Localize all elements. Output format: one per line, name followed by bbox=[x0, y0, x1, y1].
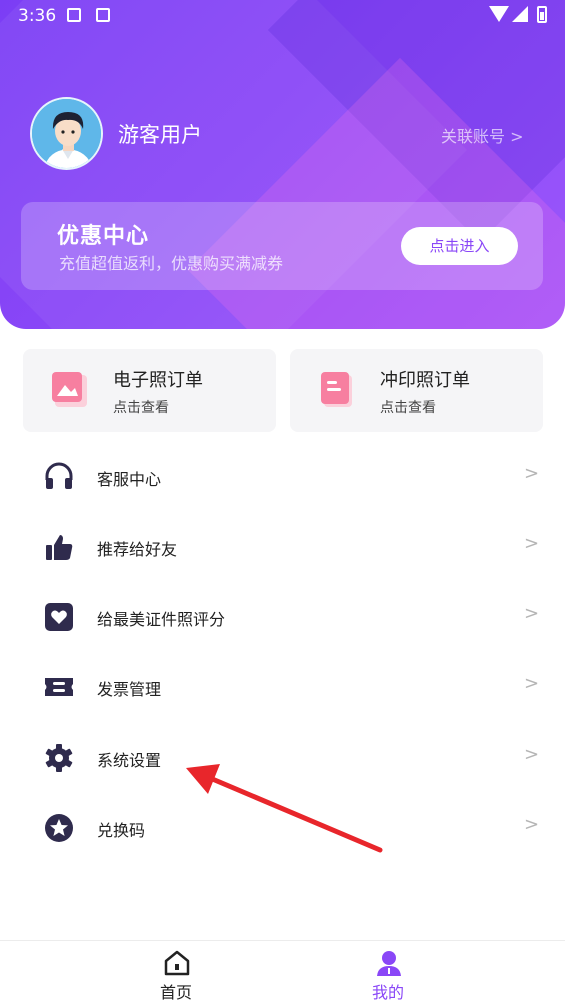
menu-label: 推荐给好友 bbox=[97, 540, 178, 559]
chevron-right-icon: > bbox=[524, 814, 540, 835]
menu-label: 兑换码 bbox=[97, 821, 146, 840]
headset-icon bbox=[45, 462, 73, 489]
home-icon bbox=[164, 950, 190, 976]
status-time: 3:36 bbox=[18, 6, 57, 26]
promo-subtitle: 充值超值返利，优惠购买满减券 bbox=[59, 254, 284, 273]
card-title: 电子照订单 bbox=[113, 370, 203, 391]
card-subtitle: 点击查看 bbox=[380, 400, 436, 416]
star-icon bbox=[45, 814, 73, 842]
avatar[interactable] bbox=[30, 97, 103, 170]
e-photo-orders-card[interactable]: 电子照订单 点击查看 bbox=[23, 349, 276, 432]
tab-label: 我的 bbox=[371, 983, 404, 1002]
menu-label: 客服中心 bbox=[97, 470, 162, 489]
document-icon bbox=[321, 372, 352, 407]
menu-item-invoice[interactable]: 发票管理 > bbox=[0, 657, 565, 717]
wifi-icon bbox=[489, 6, 509, 22]
annotation-arrow bbox=[186, 764, 383, 853]
chevron-right-icon: > bbox=[524, 673, 540, 694]
tab-home[interactable]: 首页 bbox=[116, 941, 236, 1004]
signal-icon bbox=[512, 6, 528, 22]
profile-header: 3:36 游客用户 关联账号 > 优惠中心 充值超值返利，优惠购买满减券 点击进… bbox=[0, 0, 565, 329]
photo-icon bbox=[52, 372, 87, 407]
status-bar: 3:36 bbox=[0, 0, 565, 32]
menu-item-recommend[interactable]: 推荐给好友 > bbox=[0, 517, 565, 577]
menu-label: 系统设置 bbox=[97, 751, 162, 770]
gear-icon bbox=[45, 744, 73, 772]
promo-enter-button[interactable]: 点击进入 bbox=[401, 227, 518, 265]
tab-label: 首页 bbox=[159, 983, 192, 1002]
menu-item-rate-app[interactable]: 给最美证件照评分 > bbox=[0, 587, 565, 647]
card-title: 冲印照订单 bbox=[380, 370, 470, 391]
link-account-link[interactable]: 关联账号 > bbox=[441, 123, 524, 147]
tab-mine[interactable]: 我的 bbox=[328, 941, 448, 1004]
app-notification-icon bbox=[96, 8, 110, 22]
card-subtitle: 点击查看 bbox=[113, 400, 169, 416]
person-icon bbox=[377, 951, 401, 976]
battery-icon bbox=[537, 6, 547, 23]
chevron-right-icon: > bbox=[524, 603, 540, 624]
promo-banner[interactable]: 优惠中心 充值超值返利，优惠购买满减券 点击进入 bbox=[21, 202, 543, 290]
menu-label: 发票管理 bbox=[97, 680, 162, 699]
thumbs-up-icon bbox=[46, 535, 73, 560]
promo-title: 优惠中心 bbox=[57, 224, 150, 249]
chevron-right-icon: > bbox=[524, 533, 540, 554]
bottom-tab-bar: 首页 我的 bbox=[0, 940, 565, 1004]
menu-item-customer-service[interactable]: 客服中心 > bbox=[0, 447, 565, 507]
username: 游客用户 bbox=[118, 123, 202, 147]
profile-screen: 3:36 游客用户 关联账号 > 优惠中心 充值超值返利，优惠购买满减券 点击进… bbox=[0, 0, 565, 1004]
chevron-right-icon: > bbox=[524, 463, 540, 484]
menu-label: 给最美证件照评分 bbox=[97, 610, 226, 629]
print-photo-orders-card[interactable]: 冲印照订单 点击查看 bbox=[290, 349, 543, 432]
ticket-icon bbox=[45, 678, 73, 696]
heart-icon bbox=[45, 603, 73, 631]
image-notification-icon bbox=[67, 8, 81, 22]
chevron-right-icon: > bbox=[524, 744, 540, 765]
